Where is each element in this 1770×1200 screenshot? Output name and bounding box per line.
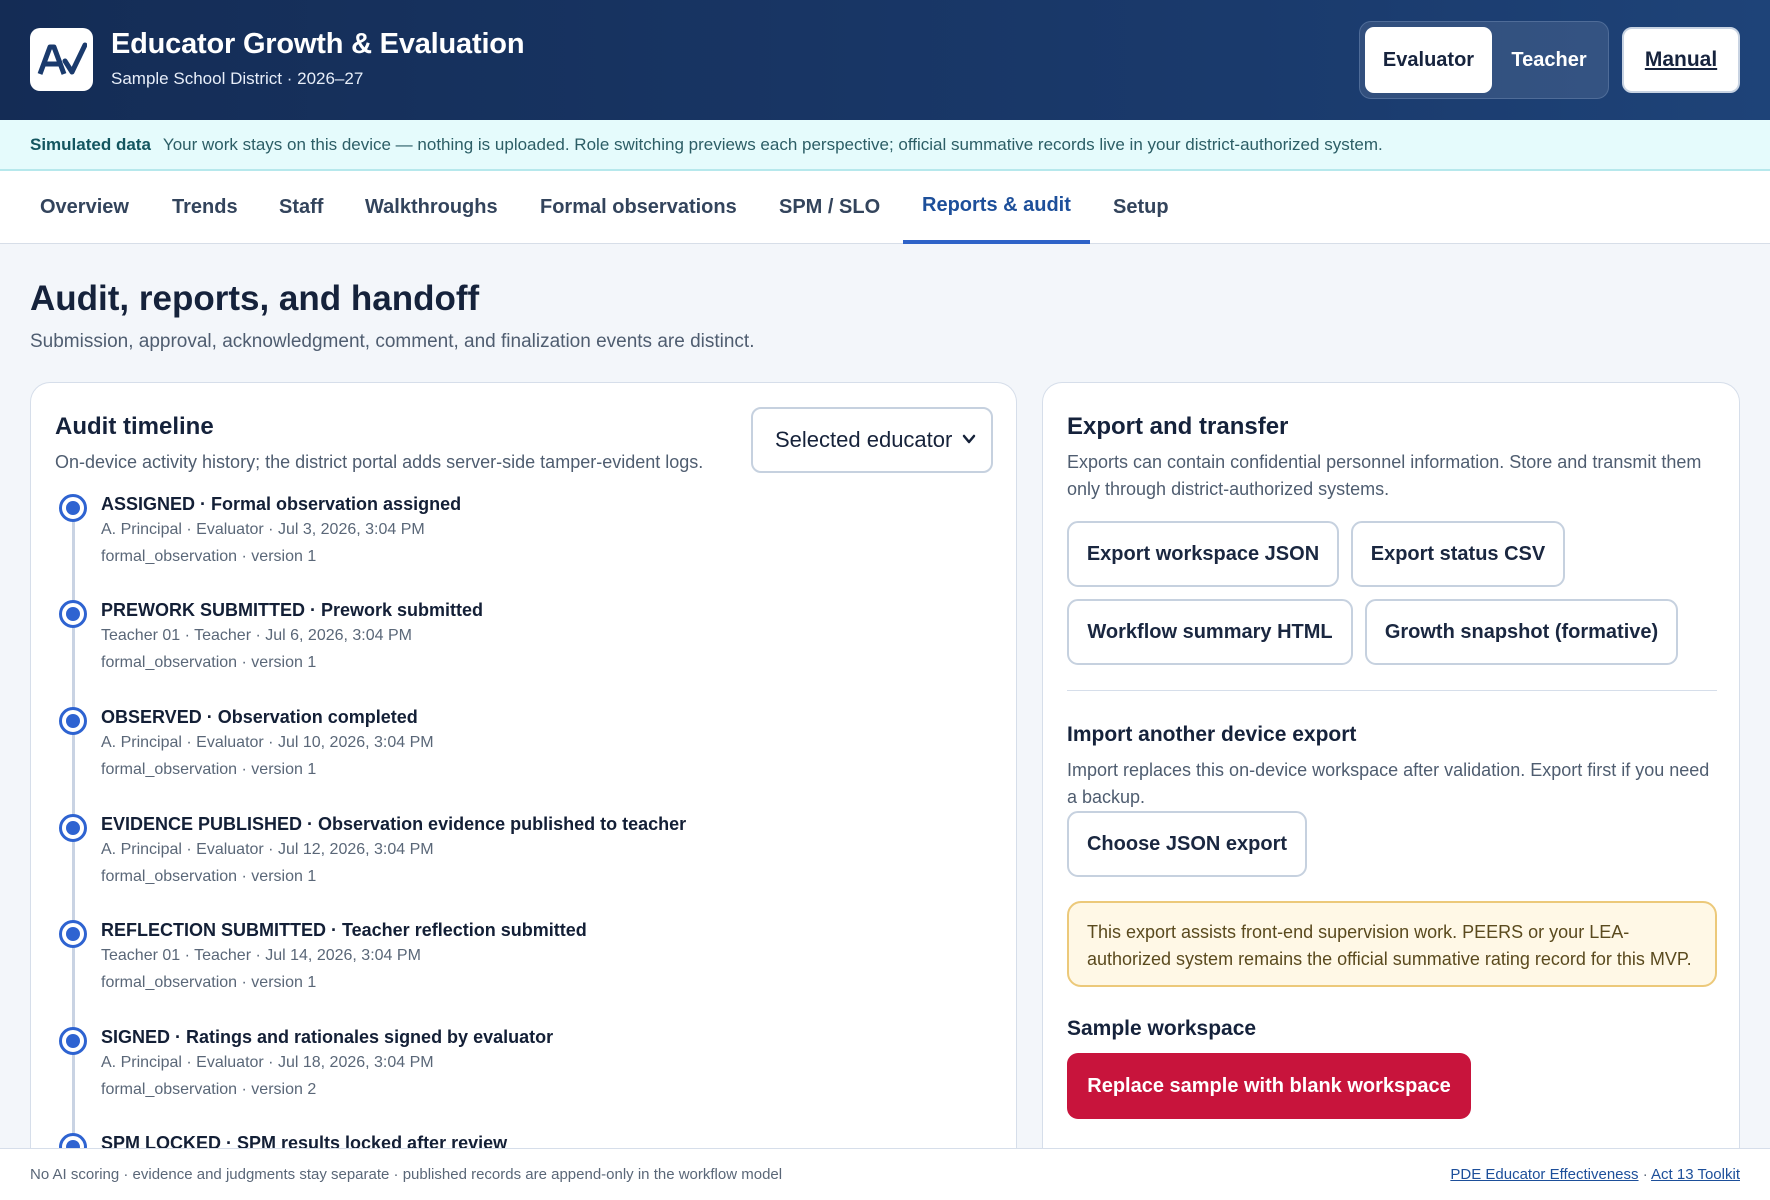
event-title: PREWORK SUBMITTED · Prework submitted	[101, 600, 484, 620]
chevron-down-icon	[962, 434, 976, 444]
event-meta: Teacher 01 · Teacher · Jul 6, 2026, 3:04…	[101, 627, 412, 644]
footer-separator: ·	[1642, 1166, 1648, 1183]
app-header: Educator Growth & Evaluation Sample Scho…	[0, 0, 1770, 120]
import-title: Import another device export	[1067, 723, 1357, 746]
act13-link[interactable]: Act 13 Toolkit	[1651, 1166, 1740, 1183]
export-title: Export and transfer	[1067, 413, 1289, 440]
role-switcher: Evaluator Teacher	[1359, 21, 1609, 99]
event-meta: A. Principal · Evaluator · Jul 3, 2026, …	[101, 521, 425, 538]
banner-text: Your work stays on this device — nothing…	[162, 134, 1383, 154]
app-logo	[30, 28, 93, 91]
app-footer: No AI scoring · evidence and judgments s…	[0, 1148, 1770, 1200]
event-version: formal_observation · version 1	[101, 654, 317, 671]
event-version: formal_observation · version 1	[101, 761, 317, 778]
event-title: SIGNED · Ratings and rationales signed b…	[101, 1027, 554, 1047]
export-csv-button[interactable]: Export status CSV	[1351, 521, 1565, 587]
app-subtitle: Sample School District · 2026–27	[111, 69, 364, 88]
banner-label: Simulated data	[30, 134, 151, 154]
app-title: Educator Growth & Evaluation	[111, 28, 525, 60]
main-tabs: Overview Trends Staff Walkthroughs Forma…	[0, 171, 1770, 244]
event-title: ASSIGNED · Formal observation assigned	[101, 494, 462, 514]
audit-timeline-title: Audit timeline	[55, 413, 214, 440]
event-title: OBSERVED · Observation completed	[101, 707, 418, 727]
section-divider	[1067, 690, 1717, 691]
tab-setup[interactable]: Setup	[1113, 171, 1169, 244]
audit-timeline-description: On-device activity history; the district…	[55, 452, 704, 472]
tab-reports-audit[interactable]: Reports & audit	[903, 171, 1090, 244]
event-title: EVIDENCE PUBLISHED · Observation evidenc…	[101, 814, 687, 834]
page-title: Audit, reports, and handoff	[30, 279, 480, 318]
sample-workspace-title: Sample workspace	[1067, 1017, 1257, 1040]
growth-snapshot-button[interactable]: Growth snapshot (formative)	[1365, 599, 1678, 665]
footer-text: No AI scoring · evidence and judgments s…	[30, 1166, 783, 1183]
educator-select[interactable]: Selected educator	[751, 407, 993, 473]
pde-link[interactable]: PDE Educator Effectiveness	[1450, 1166, 1638, 1183]
event-title: REFLECTION SUBMITTED · Teacher reflectio…	[101, 920, 587, 940]
tab-spm-slo[interactable]: SPM / SLO	[779, 171, 880, 244]
event-meta: A. Principal · Evaluator · Jul 18, 2026,…	[101, 1054, 434, 1071]
audit-timeline-card: Audit timeline On-device activity histor…	[30, 382, 1017, 1200]
timeline-dot-icon	[59, 814, 87, 842]
manual-button[interactable]: Manual	[1622, 27, 1740, 93]
event-meta: Teacher 01 · Teacher · Jul 14, 2026, 3:0…	[101, 947, 421, 964]
event-version: formal_observation · version 2	[101, 1081, 317, 1098]
role-teacher-button[interactable]: Teacher	[1496, 27, 1602, 93]
footer-links: PDE Educator Effectiveness · Act 13 Tool…	[1450, 1166, 1740, 1183]
event-meta: A. Principal · Evaluator · Jul 10, 2026,…	[101, 734, 434, 751]
replace-sample-button[interactable]: Replace sample with blank workspace	[1067, 1053, 1471, 1119]
export-transfer-card: Export and transfer Exports can contain …	[1042, 382, 1740, 1200]
event-version: formal_observation · version 1	[101, 974, 317, 991]
tab-trends[interactable]: Trends	[172, 171, 238, 244]
timeline-dot-icon	[59, 600, 87, 628]
import-description: Import replaces this on-device workspace…	[1067, 760, 1710, 807]
tab-walkthroughs[interactable]: Walkthroughs	[365, 171, 498, 244]
event-meta: A. Principal · Evaluator · Jul 12, 2026,…	[101, 841, 434, 858]
event-version: formal_observation · version 1	[101, 548, 317, 565]
tab-formal-observations[interactable]: Formal observations	[540, 171, 737, 244]
tab-staff[interactable]: Staff	[279, 171, 323, 244]
tab-overview[interactable]: Overview	[40, 171, 129, 244]
timeline-dot-icon	[59, 494, 87, 522]
page-subtitle: Submission, approval, acknowledgment, co…	[30, 331, 755, 352]
workflow-summary-button[interactable]: Workflow summary HTML	[1067, 599, 1353, 665]
simulated-data-banner: Simulated data Your work stays on this d…	[0, 120, 1770, 171]
event-version: formal_observation · version 1	[101, 868, 317, 885]
educator-select-value: Selected educator	[775, 427, 953, 452]
export-description: Exports can contain confidential personn…	[1067, 452, 1702, 499]
timeline-dot-icon	[59, 920, 87, 948]
role-evaluator-button[interactable]: Evaluator	[1365, 27, 1492, 93]
timeline-dot-icon	[59, 707, 87, 735]
choose-json-button[interactable]: Choose JSON export	[1067, 811, 1307, 877]
official-record-notice: This export assists front-end supervisio…	[1067, 901, 1717, 987]
export-json-button[interactable]: Export workspace JSON	[1067, 521, 1339, 587]
checkmark-logo-icon	[37, 42, 87, 75]
timeline-dot-icon	[59, 1027, 87, 1055]
